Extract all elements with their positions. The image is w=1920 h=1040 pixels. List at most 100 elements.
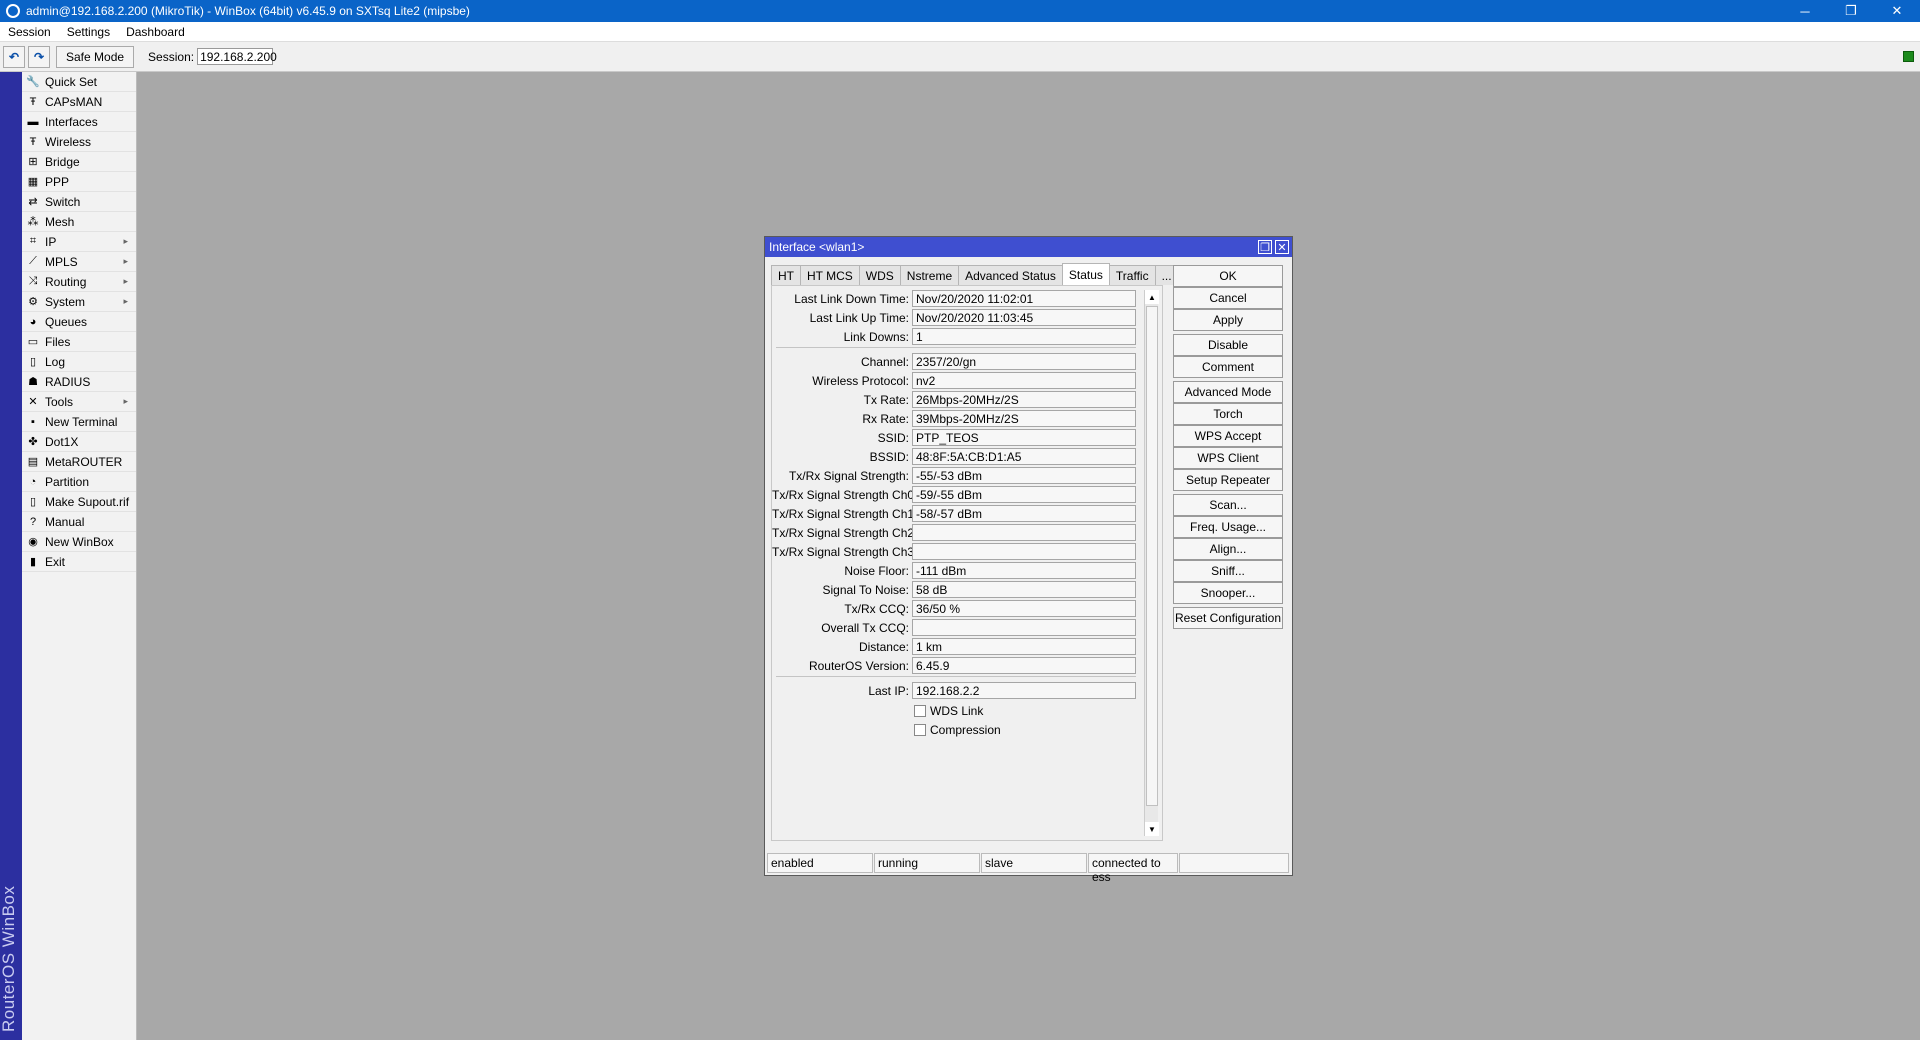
sidebar-item-label: Manual: [45, 514, 85, 529]
tab-ht[interactable]: HT: [771, 265, 801, 285]
partition-icon: ◔: [29, 475, 37, 488]
sidebar-item-mpls[interactable]: ⟋ MPLS ▸: [22, 252, 136, 272]
checkbox-box[interactable]: [914, 705, 926, 717]
field-value-wireless-protocol: nv2: [912, 372, 1136, 389]
field-value-tx-rx-ccq: 36/50 %: [912, 600, 1136, 617]
disable-button[interactable]: Disable: [1173, 334, 1283, 356]
sidebar-item-label: Log: [45, 354, 66, 369]
sniff-button[interactable]: Sniff...: [1173, 560, 1283, 582]
sidebar-item-make-supout-rif[interactable]: ▯ Make Supout.rif: [22, 492, 136, 512]
setup-repeater-button[interactable]: Setup Repeater: [1173, 469, 1283, 491]
sidebar-item-tools[interactable]: ✕ Tools ▸: [22, 392, 136, 412]
capsman-icon: Ŧ: [29, 95, 37, 108]
sidebar-item-label: Mesh: [45, 214, 75, 229]
field-label: Last Link Down Time:: [794, 291, 909, 306]
scan-button[interactable]: Scan...: [1173, 494, 1283, 516]
sidebar-item-mesh[interactable]: ⁂ Mesh: [22, 212, 136, 232]
sidebar-item-files[interactable]: ▭ Files: [22, 332, 136, 352]
tab-ht-mcs[interactable]: HT MCS: [800, 265, 860, 285]
app-title: admin@192.168.2.200 (MikroTik) - WinBox …: [26, 4, 470, 18]
sidebar-item-queues[interactable]: ◕ Queues: [22, 312, 136, 332]
sidebar-item-manual[interactable]: ? Manual: [22, 512, 136, 532]
sidebar-item-quick-set[interactable]: 🔧 Quick Set: [22, 72, 136, 92]
field-row-tx-rate: Tx Rate: 26Mbps-20MHz/2S: [772, 391, 1152, 408]
sidebar-item-metarouter[interactable]: ▤ MetaROUTER: [22, 452, 136, 472]
field-value-noise-floor: -111 dBm: [912, 562, 1136, 579]
queues-icon: ◕: [29, 315, 37, 328]
tab-nstreme[interactable]: Nstreme: [899, 265, 960, 285]
sidebar-item-bridge[interactable]: ⊞ Bridge: [22, 152, 136, 172]
sidebar-item-label: Quick Set: [45, 74, 98, 89]
interface-window: Interface <wlan1> ❐ ✕ HT HT MCS WDS Nstreme…: [764, 236, 1293, 884]
window-tabs: HT HT MCS WDS Nstreme Advanced Status Status T…: [771, 263, 1179, 285]
ppp-icon: ▦: [27, 176, 39, 188]
field-row-bssid: BSSID: 48:8F:5A:CB:D1:A5: [772, 448, 1152, 465]
checkbox-label: WDS Link: [930, 704, 984, 718]
sidebar-item-exit[interactable]: ▮ Exit: [22, 552, 136, 572]
field-value-ssid: PTP_TEOS: [912, 429, 1136, 446]
freq-usage-button[interactable]: Freq. Usage...: [1173, 516, 1283, 538]
sidebar-item-new-terminal[interactable]: ▪ New Terminal: [22, 412, 136, 432]
field-row-tx-rx-signal-strength-ch0: Tx/Rx Signal Strength Ch0: -59/-55 dBm: [772, 486, 1152, 503]
sidebar-item-switch[interactable]: ⇄ Switch: [22, 192, 136, 212]
tab-status[interactable]: Status: [1061, 263, 1110, 285]
routing-icon: ⤨: [28, 275, 38, 287]
wds-link-checkbox[interactable]: WDS Link: [914, 704, 983, 718]
sidebar-item-radius[interactable]: ☗ RADIUS: [22, 372, 136, 392]
tab-wds[interactable]: WDS: [858, 265, 901, 285]
minimize-button[interactable]: ─: [1782, 0, 1828, 22]
advanced-mode-button[interactable]: Advanced Mode: [1173, 381, 1283, 403]
tab-traffic[interactable]: Traffic: [1108, 265, 1156, 285]
sidebar-item-system[interactable]: ⚙ System ▸: [22, 292, 136, 312]
wps-client-button[interactable]: WPS Client: [1173, 447, 1283, 469]
window-close-icon[interactable]: ✕: [1275, 240, 1289, 254]
align-button[interactable]: Align...: [1173, 538, 1283, 560]
close-button[interactable]: ✕: [1874, 0, 1920, 22]
reset-configuration-button[interactable]: Reset Configuration: [1173, 607, 1283, 629]
sidebar-item-dot1x[interactable]: ✤ Dot1X: [22, 432, 136, 452]
snooper-button[interactable]: Snooper...: [1173, 582, 1283, 604]
sidebar-item-capsman[interactable]: Ŧ CAPsMAN: [22, 92, 136, 112]
scroll-down-icon[interactable]: ▼: [1145, 822, 1159, 836]
field-value-last-ip: 192.168.2.2: [912, 682, 1136, 699]
checkbox-box[interactable]: [914, 724, 926, 736]
switch-icon: ⇄: [28, 196, 38, 208]
submenu-arrow-icon: ▸: [123, 276, 128, 286]
cancel-button[interactable]: Cancel: [1173, 287, 1283, 309]
sidebar-item-label: New WinBox: [45, 534, 114, 549]
menu-settings[interactable]: Settings: [59, 25, 118, 39]
field-value-tx-rx-signal-strength-ch2: [912, 524, 1136, 541]
redo-icon: ↷: [33, 49, 45, 64]
sidebar-item-log[interactable]: ▯ Log: [22, 352, 136, 372]
restore-button[interactable]: ❐: [1828, 0, 1874, 22]
field-value-distance: 1 km: [912, 638, 1136, 655]
menu-dashboard[interactable]: Dashboard: [118, 25, 193, 39]
menu-session[interactable]: Session: [0, 25, 59, 39]
undo-button[interactable]: ↶: [3, 45, 25, 68]
window-titlebar[interactable]: Interface <wlan1> ❐ ✕: [765, 237, 1292, 257]
sidebar-item-routing[interactable]: ⤨ Routing ▸: [22, 272, 136, 292]
sidebar-item-new-winbox[interactable]: ◉ New WinBox: [22, 532, 136, 552]
tab-advanced-status[interactable]: Advanced Status: [958, 265, 1063, 285]
comment-button[interactable]: Comment: [1173, 356, 1283, 378]
sidebar-item-ppp[interactable]: ▦ PPP: [22, 172, 136, 192]
compression-checkbox[interactable]: Compression: [914, 723, 1001, 737]
sidebar-item-interfaces[interactable]: ▬ Interfaces: [22, 112, 136, 132]
sidebar-item-wireless[interactable]: Ŧ Wireless: [22, 132, 136, 152]
field-label: Link Downs:: [843, 329, 909, 344]
field-value-tx-rx-signal-strength-ch0: -59/-55 dBm: [912, 486, 1136, 503]
sidebar-item-label: Make Supout.rif: [45, 494, 130, 509]
redo-button[interactable]: ↷: [28, 45, 50, 68]
sidebar-item-ip[interactable]: ⌗ IP ▸: [22, 232, 136, 252]
safe-mode-button[interactable]: Safe Mode: [56, 45, 135, 68]
status-cell-connected-to-ess: connected to ess: [1088, 853, 1178, 884]
wps-accept-button[interactable]: WPS Accept: [1173, 425, 1283, 447]
tools-icon: ✕: [28, 396, 38, 408]
sidebar-item-partition[interactable]: ◔ Partition: [22, 472, 136, 492]
torch-button[interactable]: Torch: [1173, 403, 1283, 425]
field-label: Tx/Rx Signal Strength Ch2:: [772, 525, 918, 540]
ok-button[interactable]: OK: [1173, 265, 1283, 287]
window-restore-icon[interactable]: ❐: [1258, 240, 1272, 254]
apply-button[interactable]: Apply: [1173, 309, 1283, 331]
session-input[interactable]: 192.168.2.200: [197, 48, 277, 65]
